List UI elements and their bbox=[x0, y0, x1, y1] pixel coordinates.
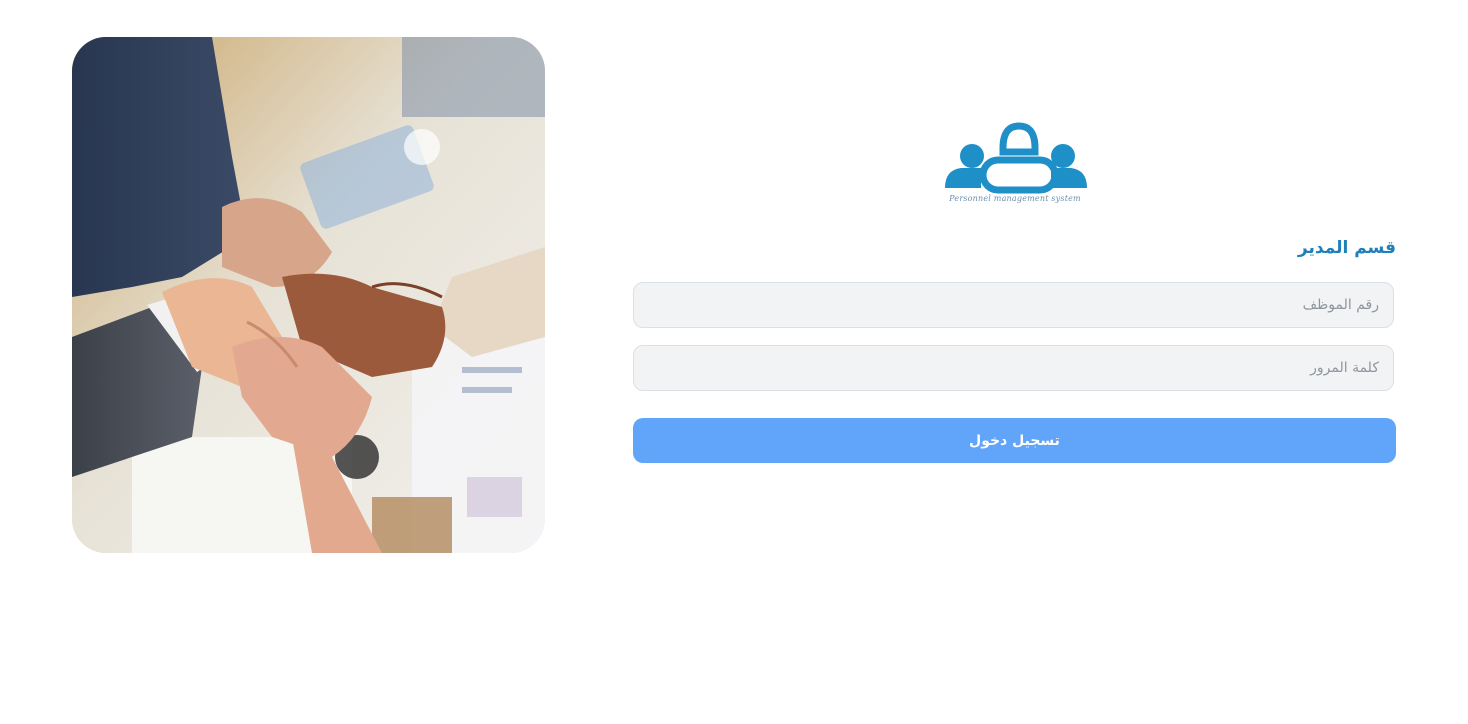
app-logo: Personnel management system bbox=[935, 118, 1095, 210]
login-page: Personnel management system قسم المدير ت… bbox=[0, 0, 1468, 724]
password-input[interactable] bbox=[633, 345, 1394, 391]
employee-id-input[interactable] bbox=[633, 282, 1394, 328]
section-title: قسم المدير bbox=[1297, 238, 1396, 258]
teamwork-photo bbox=[72, 37, 545, 553]
people-group-icon bbox=[945, 122, 1087, 194]
login-button[interactable]: تسجيل دخول bbox=[633, 418, 1396, 463]
logo-caption: Personnel management system bbox=[949, 194, 1081, 203]
